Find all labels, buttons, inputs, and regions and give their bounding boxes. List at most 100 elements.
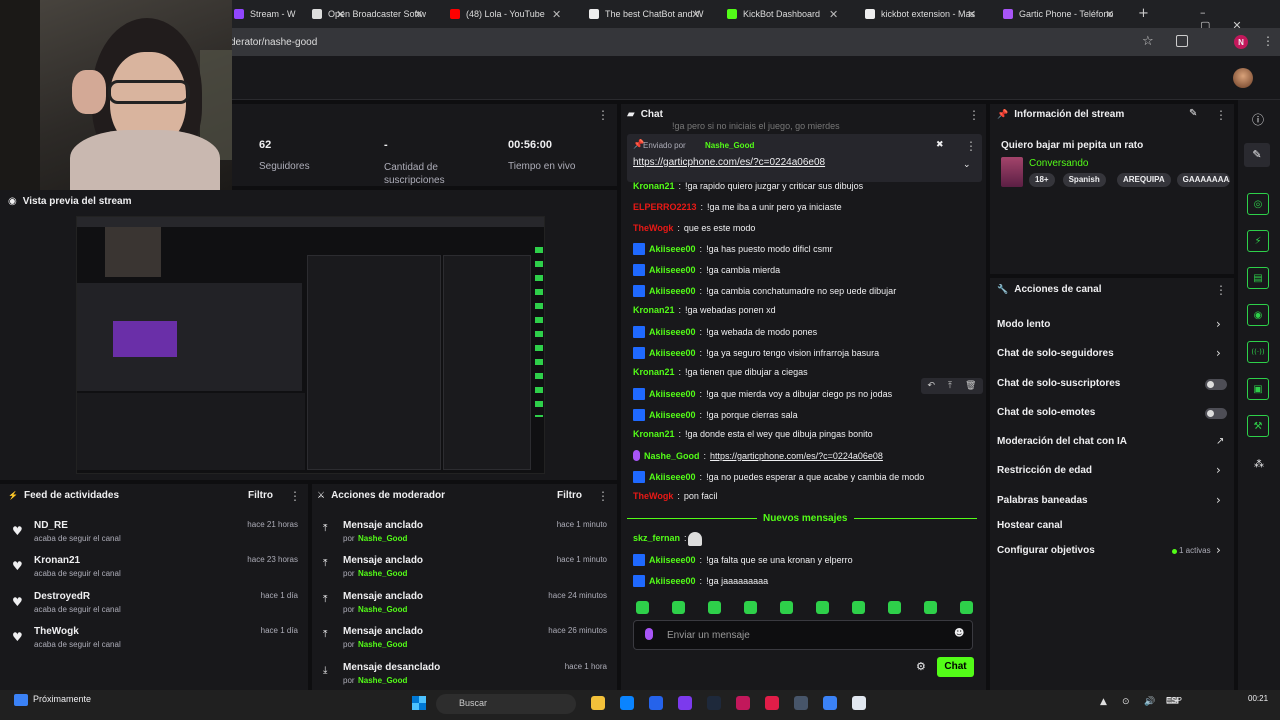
mod-by-user[interactable]: Nashe_Good [358, 676, 407, 685]
taskbar-app-icon[interactable] [591, 696, 605, 710]
category-name[interactable]: Conversando [1029, 158, 1088, 169]
emote-icon[interactable] [888, 601, 901, 614]
chat-message[interactable]: Akiiseee00: !ga webada de modo pones [633, 326, 817, 338]
chat-menu-icon[interactable]: ⋮ [968, 108, 980, 122]
chat-username[interactable]: Kronan21 [633, 181, 675, 191]
taskbar-app-icon[interactable] [707, 696, 721, 710]
system-tray-icon[interactable]: 🔊 [1144, 697, 1155, 707]
chat-settings-icon[interactable]: ⚙ [916, 660, 926, 673]
target-icon[interactable]: ◎ [1247, 193, 1269, 215]
chat-username[interactable]: Akiiseee00 [649, 555, 696, 565]
chat-username[interactable]: TheWogk [633, 223, 673, 233]
feed-username[interactable]: Kronan21 [34, 555, 80, 566]
chat-message[interactable]: Akiiseee00: !ga ya seguro tengo vision in… [633, 347, 879, 359]
chat-link[interactable]: https://garticphone.com/es/?c=0224a06e08 [710, 451, 883, 461]
mod-by-user[interactable]: Nashe_Good [358, 534, 407, 543]
profile-avatar[interactable]: N [1234, 35, 1248, 49]
chat-message[interactable]: skz_fernan: [633, 533, 691, 543]
taskbar-app-icon[interactable] [794, 696, 808, 710]
info-icon[interactable]: ⓘ [1252, 111, 1264, 128]
chat-send-button[interactable]: Chat [937, 657, 974, 677]
pinned-menu-icon[interactable]: ⋮ [965, 139, 977, 153]
language-indicator[interactable]: ESP [1166, 696, 1182, 705]
pinned-link[interactable]: https://garticphone.com/es/?c=0224a06e08 [633, 157, 825, 168]
mod-menu-icon[interactable]: ⋮ [597, 489, 609, 503]
user-avatar[interactable] [1233, 68, 1253, 88]
tab-close-icon[interactable]: ✕ [1105, 4, 1114, 24]
feed-username[interactable]: TheWogk [34, 626, 79, 637]
chevron-right-icon[interactable]: › [1216, 317, 1221, 331]
chat-username[interactable]: Nashe_Good [644, 451, 700, 461]
stream-tag[interactable]: AREQUIPA [1117, 173, 1171, 187]
feed-menu-icon[interactable]: ⋮ [289, 489, 301, 503]
edit-icon[interactable]: ✎ [1189, 108, 1197, 119]
chat-username[interactable]: Akiiseee00 [649, 244, 696, 254]
stream-preview-video[interactable] [76, 216, 545, 474]
chat-message[interactable]: Akiiseee00: !ga porque cierras sala [633, 409, 798, 421]
mod-filter-button[interactable]: Filtro [557, 490, 582, 501]
chat-username[interactable]: Kronan21 [633, 429, 675, 439]
mod-by-user[interactable]: Nashe_Good [358, 605, 407, 614]
layout-icon[interactable]: ▣ [1247, 378, 1269, 400]
chat-username[interactable]: skz_fernan [633, 533, 680, 543]
chevron-right-icon[interactable]: › [1216, 493, 1221, 507]
mic-icon[interactable] [645, 628, 653, 640]
chat-message[interactable]: TheWogk: que es este modo [633, 223, 755, 233]
mod-by-user[interactable]: Nashe_Good [358, 640, 407, 649]
weather-widget-icon[interactable] [14, 694, 28, 706]
more-dots-icon[interactable]: ⁂ [1254, 459, 1264, 470]
pencil-tool-icon[interactable]: ✎ [1244, 143, 1270, 167]
taskbar-app-icon[interactable] [823, 696, 837, 710]
emote-icon[interactable] [960, 601, 973, 614]
chat-message[interactable]: Nashe_Good: https://garticphone.com/es/?c… [633, 450, 883, 461]
weather-widget-label[interactable]: Próximamente [33, 694, 91, 704]
channel-action-item[interactable]: Chat de solo-emotes [997, 407, 1095, 418]
chat-username[interactable]: Kronan21 [633, 305, 675, 315]
tab-close-icon[interactable]: ✕ [967, 4, 976, 24]
broadcast-icon[interactable]: ((·)) [1247, 341, 1269, 363]
chat-username[interactable]: TheWogk [633, 491, 673, 501]
chat-username[interactable]: Akiiseee00 [649, 265, 696, 275]
chat-username[interactable]: Akiiseee00 [649, 389, 696, 399]
extensions-icon[interactable] [1176, 35, 1188, 47]
tab-close-icon[interactable]: ✕ [829, 4, 838, 24]
emote-icon[interactable] [744, 601, 757, 614]
emote-icon[interactable] [816, 601, 829, 614]
system-tray-icon[interactable]: ▲ [1100, 697, 1107, 707]
taskbar-app-icon[interactable] [649, 696, 663, 710]
unpin-icon[interactable]: ✖ [936, 140, 944, 150]
chat-username[interactable]: Akiiseee00 [649, 472, 696, 482]
taskbar-app-icon[interactable] [765, 696, 779, 710]
emote-icon[interactable] [852, 601, 865, 614]
chat-message[interactable]: Kronan21: !ga webadas ponen xd [633, 305, 776, 315]
url-text[interactable]: derator/nashe-good [230, 37, 317, 48]
feed-filter-button[interactable]: Filtro [248, 490, 273, 501]
chevron-right-icon[interactable]: › [1216, 543, 1221, 557]
emote-icon[interactable] [780, 601, 793, 614]
stream-tag[interactable]: GAAAAAAAA [1176, 173, 1230, 187]
emote-icon[interactable] [636, 601, 649, 614]
emote-icon[interactable] [924, 601, 937, 614]
chevron-right-icon[interactable]: › [1216, 346, 1221, 360]
taskbar-app-icon[interactable] [852, 696, 866, 710]
chat-username[interactable]: Akiiseee00 [649, 327, 696, 337]
chat-message[interactable]: Akiiseee00: !ga cambia mierda [633, 264, 780, 276]
channel-action-item[interactable]: Palabras baneadas [997, 495, 1088, 506]
emote-icon[interactable] [672, 601, 685, 614]
channel-action-item[interactable]: Modo lento [997, 319, 1050, 330]
chat-message[interactable]: ELPERRO2213: !ga me iba a unir pero ya in… [633, 202, 842, 212]
feed-username[interactable]: ND_RE [34, 520, 68, 531]
tab-close-icon[interactable]: ✕ [414, 4, 423, 24]
mod-by-user[interactable]: Nashe_Good [358, 569, 407, 578]
chat-message[interactable]: Akiiseee00: !ga cambia conchatumadre no s… [633, 285, 896, 297]
taskbar-search[interactable] [436, 694, 576, 714]
taskbar-app-icon[interactable] [620, 696, 634, 710]
toggle-switch[interactable] [1205, 408, 1227, 419]
bookmark-star-icon[interactable]: ☆ [1142, 34, 1154, 49]
feed-username[interactable]: DestroyedR [34, 591, 90, 602]
chat-username[interactable]: Akiiseee00 [649, 348, 696, 358]
emoji-picker-icon[interactable]: ☻ [954, 628, 964, 639]
chat-message[interactable]: Kronan21: !ga rapido quiero juzgar y crit… [633, 181, 863, 191]
tab-close-icon[interactable]: ✕ [552, 4, 561, 24]
channel-action-item[interactable]: Chat de solo-suscriptores [997, 378, 1120, 389]
